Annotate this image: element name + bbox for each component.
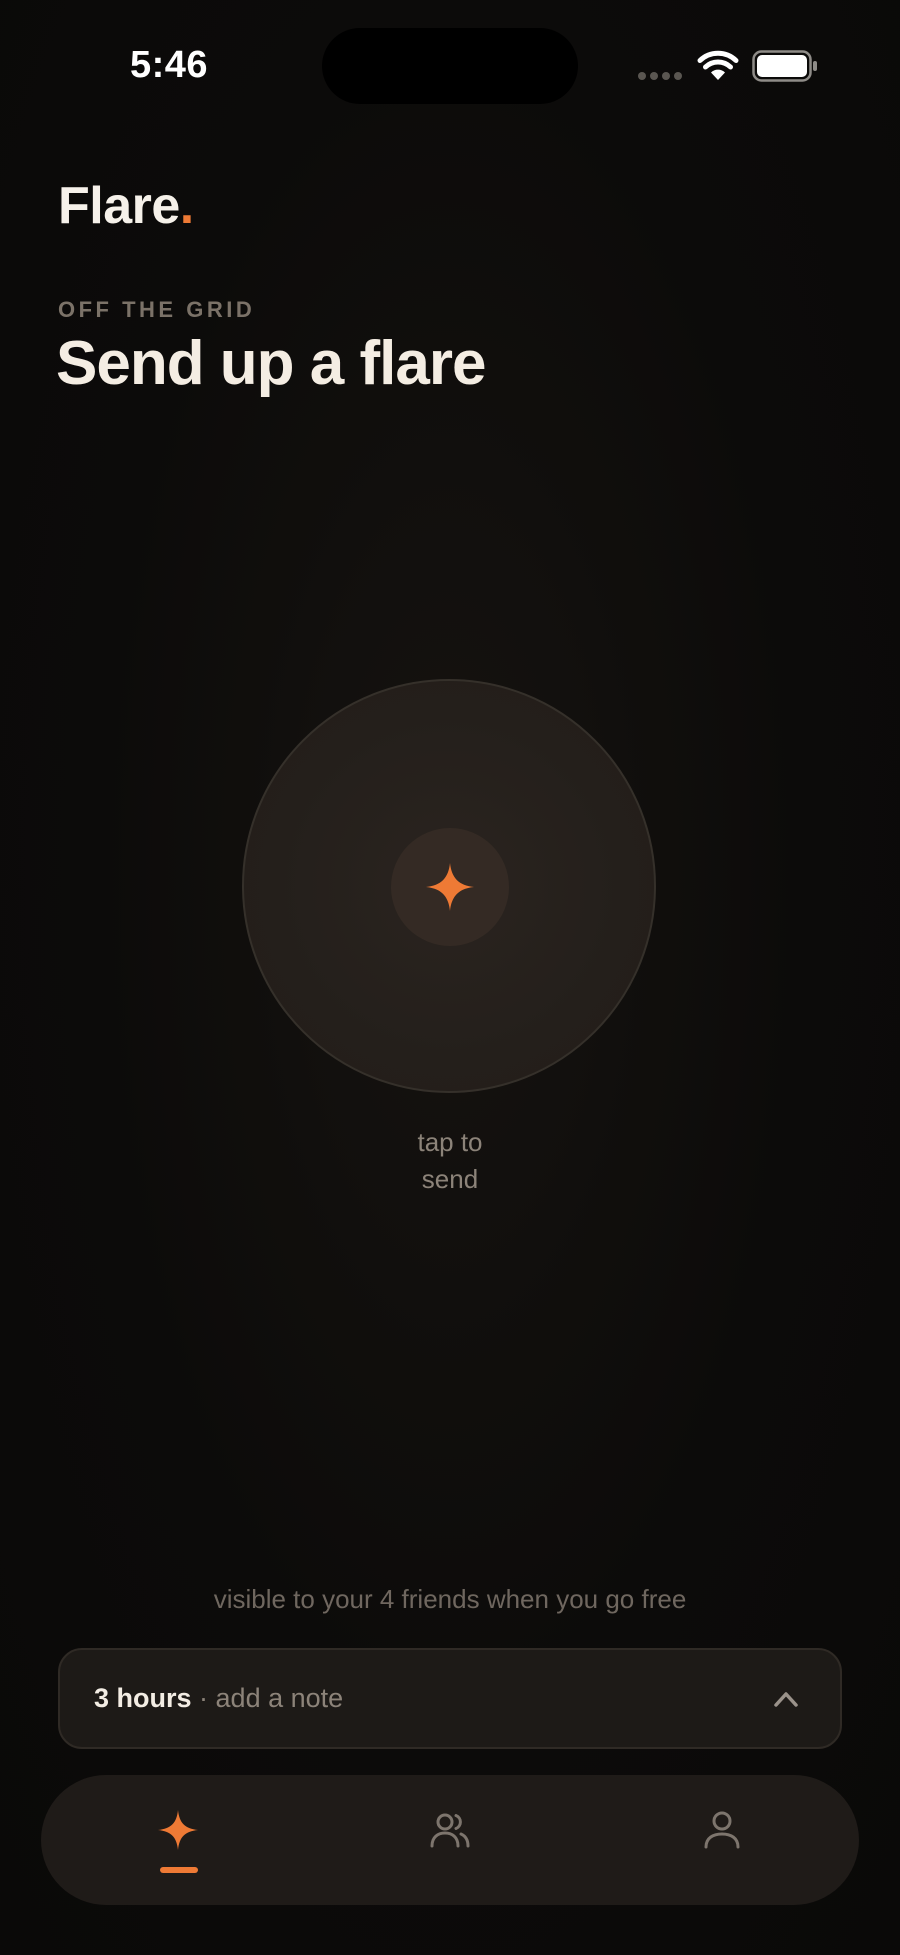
dynamic-island [322, 28, 578, 104]
flare-button-core [391, 828, 509, 946]
wifi-icon [697, 50, 739, 80]
duration-value: 3 hours [94, 1683, 192, 1713]
nav-item-friends[interactable] [370, 1775, 530, 1905]
brand-logo: Flare. [58, 176, 194, 236]
nav-item-profile[interactable] [642, 1775, 802, 1905]
users-icon [430, 1813, 470, 1848]
user-icon [704, 1811, 740, 1849]
cellular-signal-icon [638, 72, 682, 80]
duration-separator: · [191, 1683, 216, 1713]
battery-icon [752, 50, 817, 82]
status-time: 5:46 [130, 44, 209, 86]
tap-hint-line: send [421, 1164, 479, 1194]
send-flare-button[interactable] [242, 679, 656, 1093]
page-title: Send up a flare [56, 329, 486, 398]
nav-item-flare[interactable] [98, 1775, 258, 1905]
add-note-placeholder[interactable]: add a note [216, 1683, 344, 1713]
bottom-nav [41, 1775, 859, 1905]
sparkle-icon [426, 863, 474, 911]
eyebrow-label: OFF THE GRID [58, 297, 256, 322]
duration-note-text: 3 hours · add a note [94, 1683, 343, 1714]
tap-to-send-hint: tap to send [350, 1124, 550, 1198]
brand-dot: . [179, 177, 194, 235]
active-tab-indicator [160, 1867, 198, 1873]
visibility-note: visible to your 4 friends when you go fr… [213, 1584, 687, 1614]
brand-name: Flare [58, 177, 180, 235]
chevron-up-icon[interactable] [772, 1686, 800, 1712]
status-bar: 5:46 [0, 0, 900, 130]
flare-screen: 5:46 Flare. OFF THE GRID Send up a flare [0, 0, 900, 1955]
tap-hint-line: tap to [417, 1127, 483, 1157]
sparkle-icon [158, 1810, 198, 1850]
duration-note-bar[interactable]: 3 hours · add a note [58, 1648, 842, 1749]
